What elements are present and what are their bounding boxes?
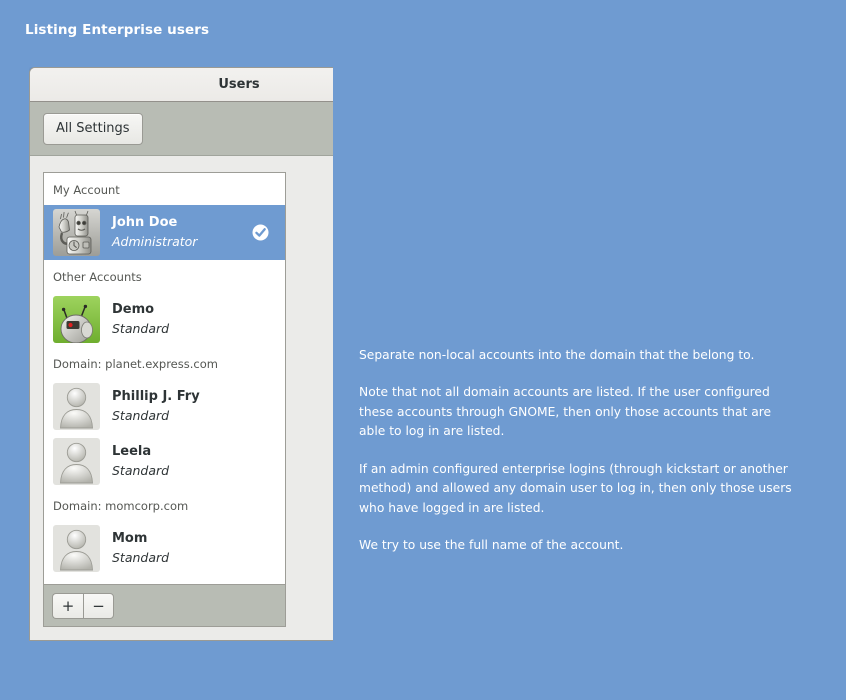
- robot-grayscale-avatar: [53, 209, 100, 256]
- user-list-section-header: Other Accounts: [53, 270, 142, 284]
- all-settings-button[interactable]: All Settings: [43, 112, 143, 145]
- window-content: My Account John Doe Administrator Other …: [30, 156, 333, 641]
- users-list-action-bar: + −: [44, 584, 285, 626]
- user-name: Phillip J. Fry: [112, 389, 200, 405]
- user-list-item[interactable]: Demo Standard: [44, 292, 285, 347]
- check-circle-icon: [252, 224, 269, 241]
- user-account-type: Standard: [112, 463, 170, 479]
- users-settings-window: Users All Settings My Account John Doe A…: [29, 67, 333, 641]
- robot-green-avatar: [53, 296, 100, 343]
- user-info: Leela Standard: [112, 443, 276, 479]
- users-list-scroll[interactable]: My Account John Doe Administrator Other …: [44, 173, 285, 584]
- add-user-button[interactable]: +: [52, 592, 83, 619]
- generic-person-avatar: [53, 383, 100, 430]
- annotation-paragraph: If an admin configured enterprise logins…: [359, 461, 792, 515]
- generic-person-avatar: [53, 438, 100, 485]
- annotation-paragraph: Note that not all domain accounts are li…: [359, 385, 772, 439]
- user-info: Phillip J. Fry Standard: [112, 388, 276, 424]
- window-titlebar: Users: [30, 68, 333, 102]
- user-info: John Doe Administrator: [112, 214, 252, 250]
- users-list-frame: My Account John Doe Administrator Other …: [43, 172, 286, 627]
- user-list-section-header: Domain: momcorp.com: [53, 499, 189, 513]
- user-list-item[interactable]: Phillip J. Fry Standard: [44, 379, 285, 434]
- user-name: Mom: [112, 531, 148, 547]
- user-info: Demo Standard: [112, 301, 276, 337]
- user-list-section-header: My Account: [53, 183, 120, 197]
- window-toolbar: All Settings: [30, 102, 333, 156]
- annotation-paragraph: We try to use the full name of the accou…: [359, 537, 624, 552]
- generic-person-avatar: [53, 525, 100, 572]
- user-account-type: Standard: [112, 408, 170, 424]
- annotation-notes: Separate non-local accounts into the dom…: [359, 346, 794, 555]
- annotation-paragraph: Separate non-local accounts into the dom…: [359, 348, 755, 362]
- add-remove-button-group: + −: [52, 592, 114, 619]
- window-title: Users: [218, 77, 260, 92]
- user-list-section-header: Domain: planet.express.com: [53, 357, 218, 371]
- user-name: John Doe: [112, 215, 178, 231]
- user-account-type: Standard: [112, 550, 170, 566]
- user-account-type: Administrator: [112, 234, 198, 250]
- user-list-item[interactable]: John Doe Administrator: [44, 205, 285, 260]
- user-list-item[interactable]: Leela Standard: [44, 434, 285, 489]
- page-title: Listing Enterprise users: [25, 22, 210, 38]
- remove-user-button[interactable]: −: [83, 592, 114, 619]
- user-account-type: Standard: [112, 321, 170, 337]
- user-name: Leela: [112, 444, 152, 460]
- user-info: Mom Standard: [112, 530, 276, 566]
- user-list-item[interactable]: Mom Standard: [44, 521, 285, 576]
- user-name: Demo: [112, 302, 155, 318]
